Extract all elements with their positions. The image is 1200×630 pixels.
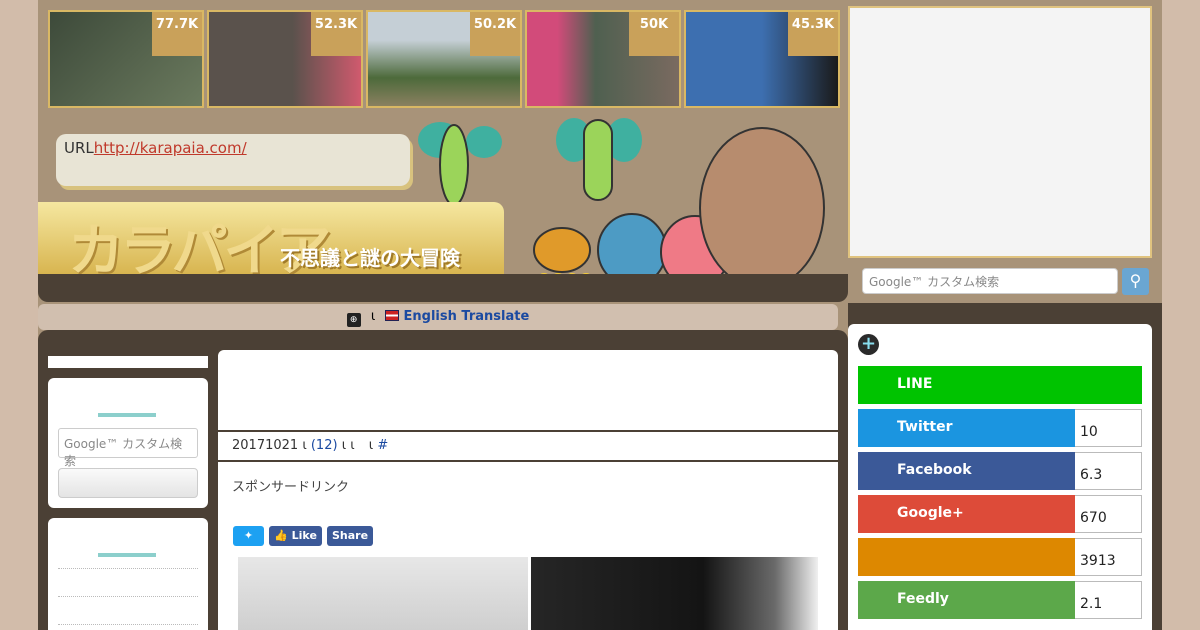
comment-count-link[interactable]: (12) bbox=[311, 438, 338, 453]
thumbnail-count: 45.3K bbox=[788, 12, 838, 56]
english-translate-link[interactable]: English Translate bbox=[404, 309, 530, 324]
left-sidebar-widget bbox=[48, 518, 208, 630]
translate-bar: ⊕ ι English Translate bbox=[38, 304, 838, 330]
thumbnail-count: 77.7K bbox=[152, 12, 202, 56]
thumbnail-count: 50.2K bbox=[470, 12, 520, 56]
logo-subtitle: 不思議と謎の大冒険 bbox=[280, 246, 460, 270]
widget-title-bar bbox=[98, 413, 156, 417]
left-search-button[interactable] bbox=[58, 468, 198, 498]
translate-separator: ι bbox=[370, 309, 376, 324]
widget-title-bar bbox=[98, 553, 156, 557]
header-band bbox=[38, 274, 848, 302]
share-row-feedly[interactable]: Feedly 2.1 bbox=[858, 581, 1142, 619]
share-googleplus-count: 670 bbox=[1075, 495, 1142, 533]
left-sidebar-header bbox=[48, 356, 208, 368]
share-feedly-count: 2.1 bbox=[1075, 581, 1142, 619]
facebook-share-button[interactable]: Share bbox=[327, 526, 373, 546]
thumbnail-5[interactable]: 45.3K bbox=[684, 10, 840, 108]
sponsored-link-label: スポンサードリンク bbox=[232, 480, 350, 495]
plus-icon[interactable]: + bbox=[858, 334, 879, 355]
list-divider bbox=[58, 624, 198, 625]
share-row-twitter[interactable]: Twitter 10 bbox=[858, 409, 1142, 447]
search-icon: ⚲ bbox=[1129, 271, 1142, 290]
share-hatena-count: 3913 bbox=[1075, 538, 1142, 576]
site-url-link[interactable]: http://karapaia.com/ bbox=[94, 139, 247, 157]
share-row-facebook[interactable]: Facebook 6.3 bbox=[858, 452, 1142, 490]
share-facebook-count: 6.3 bbox=[1075, 452, 1142, 490]
divider bbox=[218, 430, 838, 432]
share-hatena-label bbox=[858, 538, 1075, 576]
permalink-hash[interactable]: # bbox=[377, 438, 388, 453]
like-label: Like bbox=[291, 529, 317, 542]
meta-separator: ι bbox=[368, 438, 374, 453]
share-feedly-label: Feedly bbox=[858, 581, 1075, 619]
divider bbox=[218, 460, 838, 462]
uk-flag-icon bbox=[385, 310, 400, 321]
share-facebook-label: Facebook bbox=[858, 452, 1075, 490]
share-row-hatena[interactable]: 3913 bbox=[858, 538, 1142, 576]
site-logo[interactable]: カラパイア 不思議と謎の大冒険 bbox=[38, 202, 504, 284]
thumbnail-4[interactable]: 50K bbox=[525, 10, 681, 108]
list-divider bbox=[58, 596, 198, 597]
thumbnail-1[interactable]: 77.7K bbox=[48, 10, 204, 108]
post-date: 20171021 bbox=[232, 438, 299, 453]
article-image-left bbox=[238, 557, 528, 630]
search-button[interactable]: ⚲ bbox=[1122, 268, 1149, 295]
meta-separator: ι ι bbox=[341, 438, 355, 453]
tweet-button[interactable]: ✦ bbox=[233, 526, 264, 546]
share-twitter-count: 10 bbox=[1075, 409, 1142, 447]
list-divider bbox=[58, 568, 198, 569]
right-ad-area bbox=[848, 6, 1152, 258]
left-sidebar-search-widget: Google™ カスタム検索 bbox=[48, 378, 208, 508]
thumbnail-3[interactable]: 50.2K bbox=[366, 10, 522, 108]
left-search-input[interactable]: Google™ カスタム検索 bbox=[58, 428, 198, 468]
share-googleplus-label: Google+ bbox=[858, 495, 1075, 533]
share-row-line[interactable]: LINE bbox=[858, 366, 1142, 404]
thumbs-up-icon: 👍 bbox=[274, 529, 288, 542]
article-meta: 20171021 ι (12) ι ι ι # bbox=[232, 438, 388, 453]
url-box: URLhttp://karapaia.com/ bbox=[56, 134, 410, 186]
thumbnail-count: 50K bbox=[629, 12, 679, 56]
thumbnail-2[interactable]: 52.3K bbox=[207, 10, 363, 108]
meta-separator: ι bbox=[302, 438, 307, 453]
article-image-right bbox=[531, 557, 818, 630]
share-row-googleplus[interactable]: Google+ 670 bbox=[858, 495, 1142, 533]
share-twitter-label: Twitter bbox=[858, 409, 1075, 447]
right-search-input[interactable]: Google™ カスタム検索 bbox=[862, 268, 1118, 294]
facebook-like-button[interactable]: 👍 Like bbox=[269, 526, 322, 546]
globe-icon: ⊕ bbox=[346, 313, 361, 327]
article: 20171021 ι (12) ι ι ι # スポンサードリンク ✦ 👍 Li… bbox=[218, 350, 838, 630]
share-panel: + LINE Twitter 10 Facebook 6.3 Google+ 670 … bbox=[848, 324, 1152, 630]
share-line-label: LINE bbox=[858, 366, 1142, 404]
twitter-bird-icon: ✦ bbox=[243, 529, 254, 542]
thumbnail-count: 52.3K bbox=[311, 12, 361, 56]
url-label: URL bbox=[64, 139, 94, 157]
